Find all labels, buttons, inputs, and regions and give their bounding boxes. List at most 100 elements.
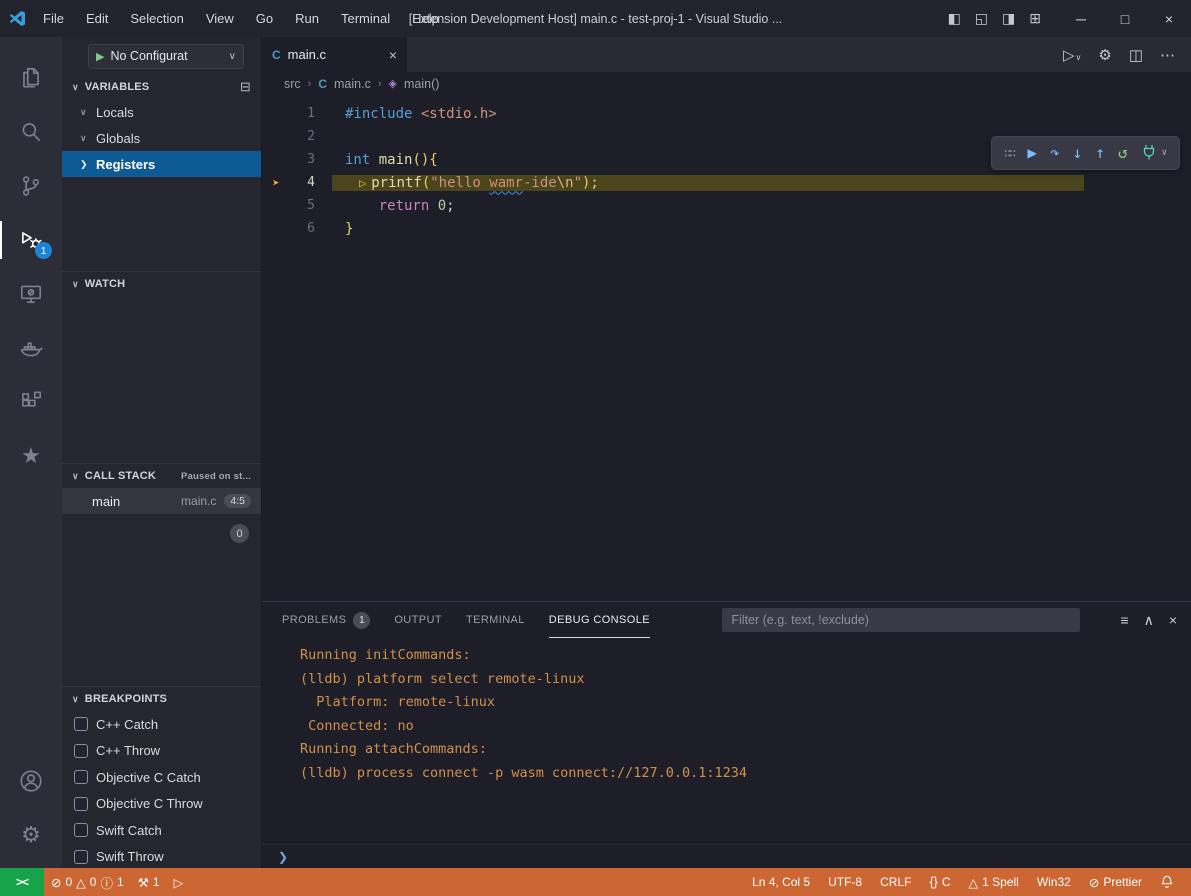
- activity-extensions[interactable]: [0, 375, 62, 429]
- tab-debug-console[interactable]: DEBUG CONSOLE: [549, 602, 650, 638]
- activity-favorites[interactable]: ★: [0, 429, 62, 483]
- maximize-panel-icon[interactable]: ∧: [1144, 612, 1154, 629]
- console-line: (lldb) platform select remote-linux: [300, 668, 1191, 692]
- activity-source-control[interactable]: [0, 159, 62, 213]
- checkbox[interactable]: [74, 797, 88, 811]
- console-input[interactable]: ❯: [262, 844, 1191, 868]
- breakpoint-swift-catch[interactable]: Swift Catch: [62, 817, 261, 844]
- tab-problems[interactable]: PROBLEMS 1: [282, 602, 370, 638]
- frame-position-badge: 4:5: [224, 494, 251, 508]
- split-editor-icon[interactable]: ◫: [1129, 46, 1143, 64]
- activity-explorer[interactable]: [0, 51, 62, 105]
- checkbox[interactable]: [74, 717, 88, 731]
- console-filter-input[interactable]: [722, 608, 1080, 632]
- debug-config-dropdown[interactable]: ▶ No Configurat ∨: [88, 44, 244, 69]
- checkbox[interactable]: [74, 850, 88, 864]
- checkbox[interactable]: [74, 823, 88, 837]
- close-tab-icon[interactable]: ×: [389, 47, 397, 63]
- step-into-button[interactable]: ↓: [1073, 145, 1083, 161]
- menu-file[interactable]: File: [34, 7, 73, 30]
- debug-console-output[interactable]: Running initCommands: (lldb) platform se…: [262, 638, 1191, 844]
- continue-button[interactable]: ▶: [1027, 145, 1037, 161]
- activity-settings[interactable]: ⚙: [0, 808, 62, 862]
- formatter-status[interactable]: ⊘ Prettier: [1080, 868, 1151, 896]
- problems-status[interactable]: ⊘ 0 △ 0 ⓘ 1: [44, 868, 131, 896]
- checkbox[interactable]: [74, 744, 88, 758]
- encoding-indicator[interactable]: UTF-8: [819, 868, 871, 896]
- symbol-method-icon: ◈: [389, 77, 397, 90]
- inline-breakpoint-icon[interactable]: ▷: [359, 176, 366, 190]
- activity-search[interactable]: [0, 105, 62, 159]
- breakpoint-objc-throw[interactable]: Objective C Throw: [62, 791, 261, 818]
- breakpoint-cpp-catch[interactable]: C++ Catch: [62, 711, 261, 738]
- variables-locals[interactable]: ∨ Locals: [62, 99, 261, 125]
- customize-layout-icon[interactable]: ⊞: [1029, 10, 1041, 27]
- extensions-icon: [18, 389, 44, 415]
- notifications-bell[interactable]: [1151, 868, 1183, 896]
- stack-frame-row[interactable]: main main.c 4:5: [62, 488, 261, 514]
- variables-registers[interactable]: ❯ Registers: [62, 151, 261, 177]
- disconnect-button[interactable]: [1141, 144, 1157, 163]
- run-or-debug-button[interactable]: ▷ ∨: [1063, 46, 1081, 64]
- eol-indicator[interactable]: CRLF: [871, 868, 920, 896]
- breadcrumb-symbol[interactable]: main(): [404, 77, 439, 91]
- console-menu-icon[interactable]: ≡: [1120, 612, 1128, 628]
- code-editor[interactable]: ∷∷ ▶ ↷ ↓ ↑ ↺ ∨ 1 #include <stdio.h> 2: [262, 95, 1191, 601]
- maximize-button[interactable]: □: [1103, 0, 1147, 37]
- breakpoints-header[interactable]: ∨ BREAKPOINTS: [62, 687, 261, 711]
- menu-view[interactable]: View: [197, 7, 243, 30]
- account-icon: [18, 768, 44, 794]
- spell-warning-squiggle: wamr: [489, 175, 523, 191]
- spell-checker-status[interactable]: △ 1 Spell: [959, 868, 1027, 896]
- start-debug-icon[interactable]: ▶: [96, 50, 104, 63]
- drag-handle-icon[interactable]: ∷∷: [1004, 146, 1014, 160]
- chevron-expanded-icon: ∨: [72, 471, 79, 482]
- debug-session-dropdown-icon[interactable]: ∨: [1162, 148, 1167, 158]
- tab-output[interactable]: OUTPUT: [394, 602, 442, 638]
- minimize-button[interactable]: ─: [1059, 0, 1103, 37]
- code-line-4-current: ➤ 4 ▷printf("hello wamr-ide\n");: [262, 171, 1191, 194]
- toggle-secondary-sidebar-icon[interactable]: ◨: [1002, 10, 1015, 27]
- step-over-button[interactable]: ↷: [1050, 145, 1060, 161]
- close-button[interactable]: ×: [1147, 0, 1191, 37]
- more-actions-icon[interactable]: ⋯: [1160, 46, 1175, 64]
- breakpoint-swift-throw[interactable]: Swift Throw: [62, 844, 261, 869]
- c-file-icon: C: [272, 48, 281, 62]
- variables-header[interactable]: ∨ VARIABLES ⊟: [62, 75, 261, 99]
- menu-terminal[interactable]: Terminal: [332, 7, 399, 30]
- close-panel-icon[interactable]: ×: [1169, 612, 1177, 628]
- toolchain-gear-icon[interactable]: ⚙: [1098, 46, 1111, 64]
- tab-main-c[interactable]: C main.c ×: [262, 37, 407, 72]
- activity-docker[interactable]: [0, 321, 62, 375]
- menu-run[interactable]: Run: [286, 7, 328, 30]
- watch-header[interactable]: ∨ WATCH: [62, 272, 261, 296]
- breakpoint-objc-catch[interactable]: Objective C Catch: [62, 764, 261, 791]
- tab-terminal[interactable]: TERMINAL: [466, 602, 525, 638]
- breadcrumb-file[interactable]: main.c: [334, 77, 371, 91]
- menu-go[interactable]: Go: [247, 7, 282, 30]
- toggle-sidebar-icon[interactable]: ◧: [948, 10, 961, 27]
- activity-run-debug[interactable]: 1: [0, 213, 62, 267]
- debug-target-status[interactable]: ▷: [167, 868, 191, 896]
- collapse-all-icon[interactable]: ⊟: [240, 79, 251, 95]
- activity-account[interactable]: [0, 754, 62, 808]
- restart-button[interactable]: ↺: [1118, 145, 1128, 161]
- breakpoint-cpp-throw[interactable]: C++ Throw: [62, 738, 261, 765]
- step-out-button[interactable]: ↑: [1095, 145, 1105, 161]
- toggle-panel-icon[interactable]: ◱: [975, 10, 988, 27]
- menu-edit[interactable]: Edit: [77, 7, 117, 30]
- cursor-position[interactable]: Ln 4, Col 5: [743, 868, 819, 896]
- breadcrumb-folder[interactable]: src: [284, 77, 301, 91]
- remote-indicator[interactable]: ><: [0, 868, 44, 896]
- variables-globals[interactable]: ∨ Globals: [62, 125, 261, 151]
- language-mode[interactable]: {} C: [920, 868, 959, 896]
- current-instruction-arrow-icon[interactable]: ➤: [262, 176, 290, 190]
- activity-remote-explorer[interactable]: [0, 267, 62, 321]
- error-icon: ⊘: [51, 875, 61, 890]
- call-stack-header[interactable]: ∨ CALL STACK Paused on st...: [62, 464, 261, 488]
- checkbox[interactable]: [74, 770, 88, 784]
- menu-selection[interactable]: Selection: [121, 7, 192, 30]
- toolchain-status[interactable]: ⚒ 1: [131, 868, 167, 896]
- platform-indicator[interactable]: Win32: [1028, 868, 1080, 896]
- console-line: Running initCommands:: [300, 644, 1191, 668]
